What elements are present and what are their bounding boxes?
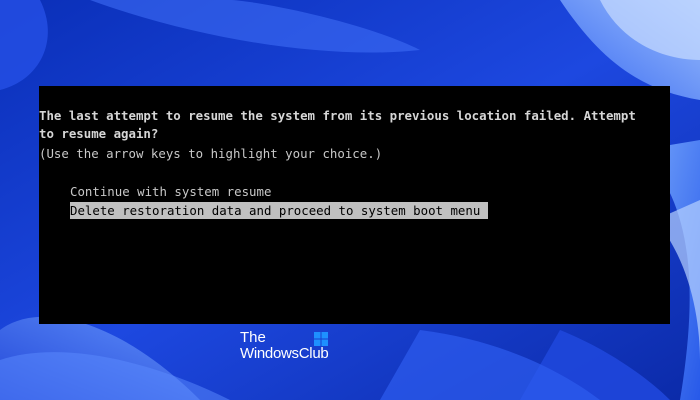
watermark-line-1: The	[240, 329, 266, 346]
option-delete-restoration-data[interactable]: Delete restoration data and proceed to s…	[70, 202, 489, 219]
console-message-line-2: to resume again?	[39, 126, 159, 141]
watermark-line-2: WindowsClub	[240, 345, 329, 362]
windows-logo-icon	[314, 332, 328, 346]
console-instruction-text: (Use the arrow keys to highlight your ch…	[39, 146, 383, 161]
console-message-line-1: The last attempt to resume the system fr…	[39, 108, 636, 123]
thewindowsclub-watermark: The WindowsClub	[240, 330, 340, 364]
option-continue-resume[interactable]: Continue with system resume	[70, 183, 271, 200]
boot-console-window: The last attempt to resume the system fr…	[39, 86, 670, 324]
